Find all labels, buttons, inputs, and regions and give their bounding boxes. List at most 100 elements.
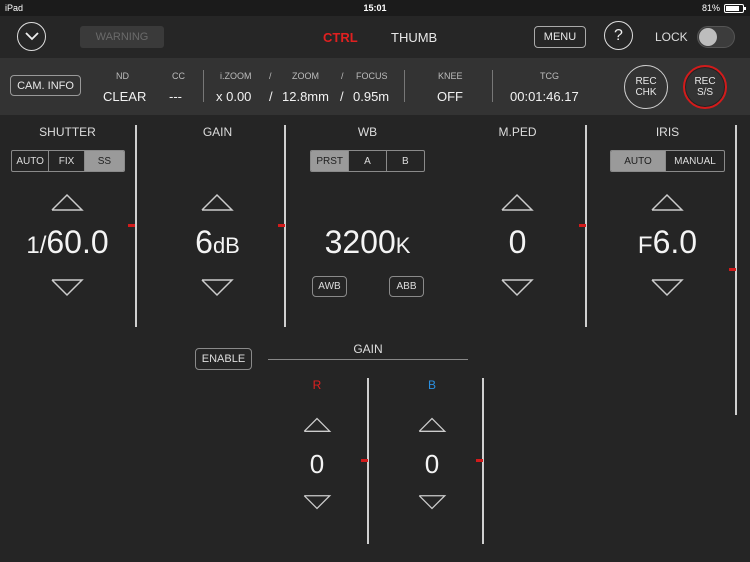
shutter-prefix: 1/ bbox=[26, 232, 47, 259]
tcg-value: 00:01:46.17 bbox=[510, 89, 579, 104]
shutter-title: SHUTTER bbox=[39, 125, 96, 139]
divider bbox=[404, 70, 405, 102]
r-gain-up-arrow-icon[interactable] bbox=[301, 416, 333, 433]
mped-down-arrow-icon[interactable] bbox=[500, 278, 534, 298]
wb-mode-b[interactable]: B bbox=[387, 151, 424, 171]
knee-value: OFF bbox=[437, 89, 463, 104]
abb-button[interactable]: ABB bbox=[389, 276, 424, 297]
iris-prefix: F bbox=[637, 232, 653, 259]
rec-check-line1: REC bbox=[635, 76, 657, 87]
battery-percent: 81% bbox=[701, 3, 720, 13]
shutter-up-arrow-icon[interactable] bbox=[50, 192, 84, 212]
tab-thumb[interactable]: THUMB bbox=[391, 30, 437, 45]
tcg-label: TCG bbox=[540, 71, 559, 81]
shutter-down-arrow-icon[interactable] bbox=[50, 278, 84, 298]
nd-value: CLEAR bbox=[103, 89, 147, 104]
rb-gain-title: GAIN bbox=[353, 342, 383, 356]
mped-value: 0 bbox=[508, 224, 527, 260]
shutter-mode-auto[interactable]: AUTO bbox=[12, 151, 50, 171]
cam-info-button[interactable]: CAM. INFO bbox=[10, 75, 81, 96]
rec-check-line2: CHK bbox=[635, 87, 657, 98]
menu-button[interactable]: MENU bbox=[534, 26, 586, 48]
gain-value: 6dB bbox=[160, 224, 275, 261]
rec-ss-line2: S/S bbox=[696, 87, 714, 98]
mped-up-arrow-icon[interactable] bbox=[500, 192, 534, 212]
mped-title: M.PED bbox=[498, 125, 537, 139]
b-gain-up-arrow-icon[interactable] bbox=[416, 416, 448, 433]
slash-separator: / bbox=[341, 71, 344, 81]
chevron-down-icon bbox=[24, 32, 39, 41]
shutter-mode-selector: AUTO FIX SS bbox=[11, 150, 125, 172]
rec-check-button[interactable]: REC CHK bbox=[624, 65, 668, 109]
wb-mode-prst[interactable]: PRST bbox=[311, 151, 350, 171]
wb-title: WB bbox=[357, 125, 378, 139]
knee-label: KNEE bbox=[438, 71, 463, 81]
r-gain-down-arrow-icon[interactable] bbox=[301, 494, 333, 511]
zoom-label: ZOOM bbox=[292, 71, 319, 81]
izoom-label: i.ZOOM bbox=[220, 71, 252, 81]
zoom-value: 12.8mm bbox=[282, 89, 329, 104]
wb-mode-a[interactable]: A bbox=[349, 151, 387, 171]
enable-button[interactable]: ENABLE bbox=[195, 348, 252, 370]
battery-icon bbox=[724, 3, 746, 13]
iris-mode-manual[interactable]: MANUAL bbox=[666, 151, 724, 171]
rb-gain-underline bbox=[268, 359, 468, 360]
iris-down-arrow-icon[interactable] bbox=[650, 278, 684, 298]
camera-info-bar: CAM. INFO ND CLEAR CC --- i.ZOOM x 0.00 … bbox=[0, 58, 750, 115]
shutter-slider-track[interactable] bbox=[135, 125, 137, 327]
mped-slider-marker[interactable] bbox=[579, 224, 586, 227]
collapse-button[interactable] bbox=[17, 22, 46, 51]
gain-number: 6 bbox=[195, 224, 213, 260]
shutter-mode-ss[interactable]: SS bbox=[84, 151, 124, 171]
iris-title: IRIS bbox=[655, 125, 680, 139]
tab-ctrl[interactable]: CTRL bbox=[323, 30, 358, 45]
r-gain-value: 0 bbox=[309, 449, 325, 479]
lock-toggle[interactable] bbox=[697, 26, 735, 48]
shutter-mode-fix[interactable]: FIX bbox=[49, 151, 85, 171]
izoom-value: x 0.00 bbox=[216, 89, 252, 104]
cc-value: --- bbox=[169, 89, 182, 104]
warning-indicator: WARNING bbox=[80, 26, 164, 48]
shutter-number: 60.0 bbox=[46, 224, 109, 260]
status-time: 15:01 bbox=[363, 3, 387, 13]
gain-down-arrow-icon[interactable] bbox=[200, 278, 234, 298]
cc-label: CC bbox=[172, 71, 185, 81]
rec-ss-line1: REC bbox=[694, 76, 716, 87]
help-icon: ? bbox=[614, 26, 623, 44]
wb-unit: K bbox=[395, 233, 411, 258]
lock-label: LOCK bbox=[655, 30, 688, 44]
slash-separator: / bbox=[269, 71, 272, 81]
gain-up-arrow-icon[interactable] bbox=[200, 192, 234, 212]
focus-label: FOCUS bbox=[356, 71, 388, 81]
slash-separator: / bbox=[269, 89, 273, 104]
gain-title: GAIN bbox=[202, 125, 233, 139]
iris-up-arrow-icon[interactable] bbox=[650, 192, 684, 212]
header-bar: WARNING CTRL THUMB MENU ? LOCK bbox=[0, 16, 750, 58]
slash-separator: / bbox=[340, 89, 344, 104]
iris-number: 6.0 bbox=[652, 224, 698, 260]
awb-button[interactable]: AWB bbox=[312, 276, 347, 297]
shutter-value: 1/60.0 bbox=[10, 224, 125, 261]
battery-indicator: 81% bbox=[701, 3, 746, 13]
iris-value: F6.0 bbox=[610, 224, 725, 261]
r-gain-slider-marker[interactable] bbox=[361, 459, 368, 462]
r-gain-label: R bbox=[312, 378, 322, 392]
gain-slider-marker[interactable] bbox=[278, 224, 285, 227]
shutter-slider-marker[interactable] bbox=[128, 224, 135, 227]
iris-slider-marker[interactable] bbox=[729, 268, 736, 271]
b-gain-down-arrow-icon[interactable] bbox=[416, 494, 448, 511]
wb-value: 3200K bbox=[305, 224, 430, 261]
status-bar: iPad 15:01 81% bbox=[0, 0, 750, 16]
iris-mode-auto[interactable]: AUTO bbox=[611, 151, 667, 171]
rec-start-stop-button[interactable]: REC S/S bbox=[683, 65, 727, 109]
iris-mode-selector: AUTO MANUAL bbox=[610, 150, 725, 172]
b-gain-slider-marker[interactable] bbox=[476, 459, 483, 462]
wb-mode-selector: PRST A B bbox=[310, 150, 425, 172]
focus-value: 0.95m bbox=[353, 89, 390, 104]
divider bbox=[203, 70, 204, 102]
help-button[interactable]: ? bbox=[604, 21, 633, 50]
b-gain-label: B bbox=[427, 378, 436, 392]
toggle-knob bbox=[699, 28, 717, 46]
b-gain-value: 0 bbox=[424, 449, 440, 479]
nd-label: ND bbox=[116, 71, 129, 81]
